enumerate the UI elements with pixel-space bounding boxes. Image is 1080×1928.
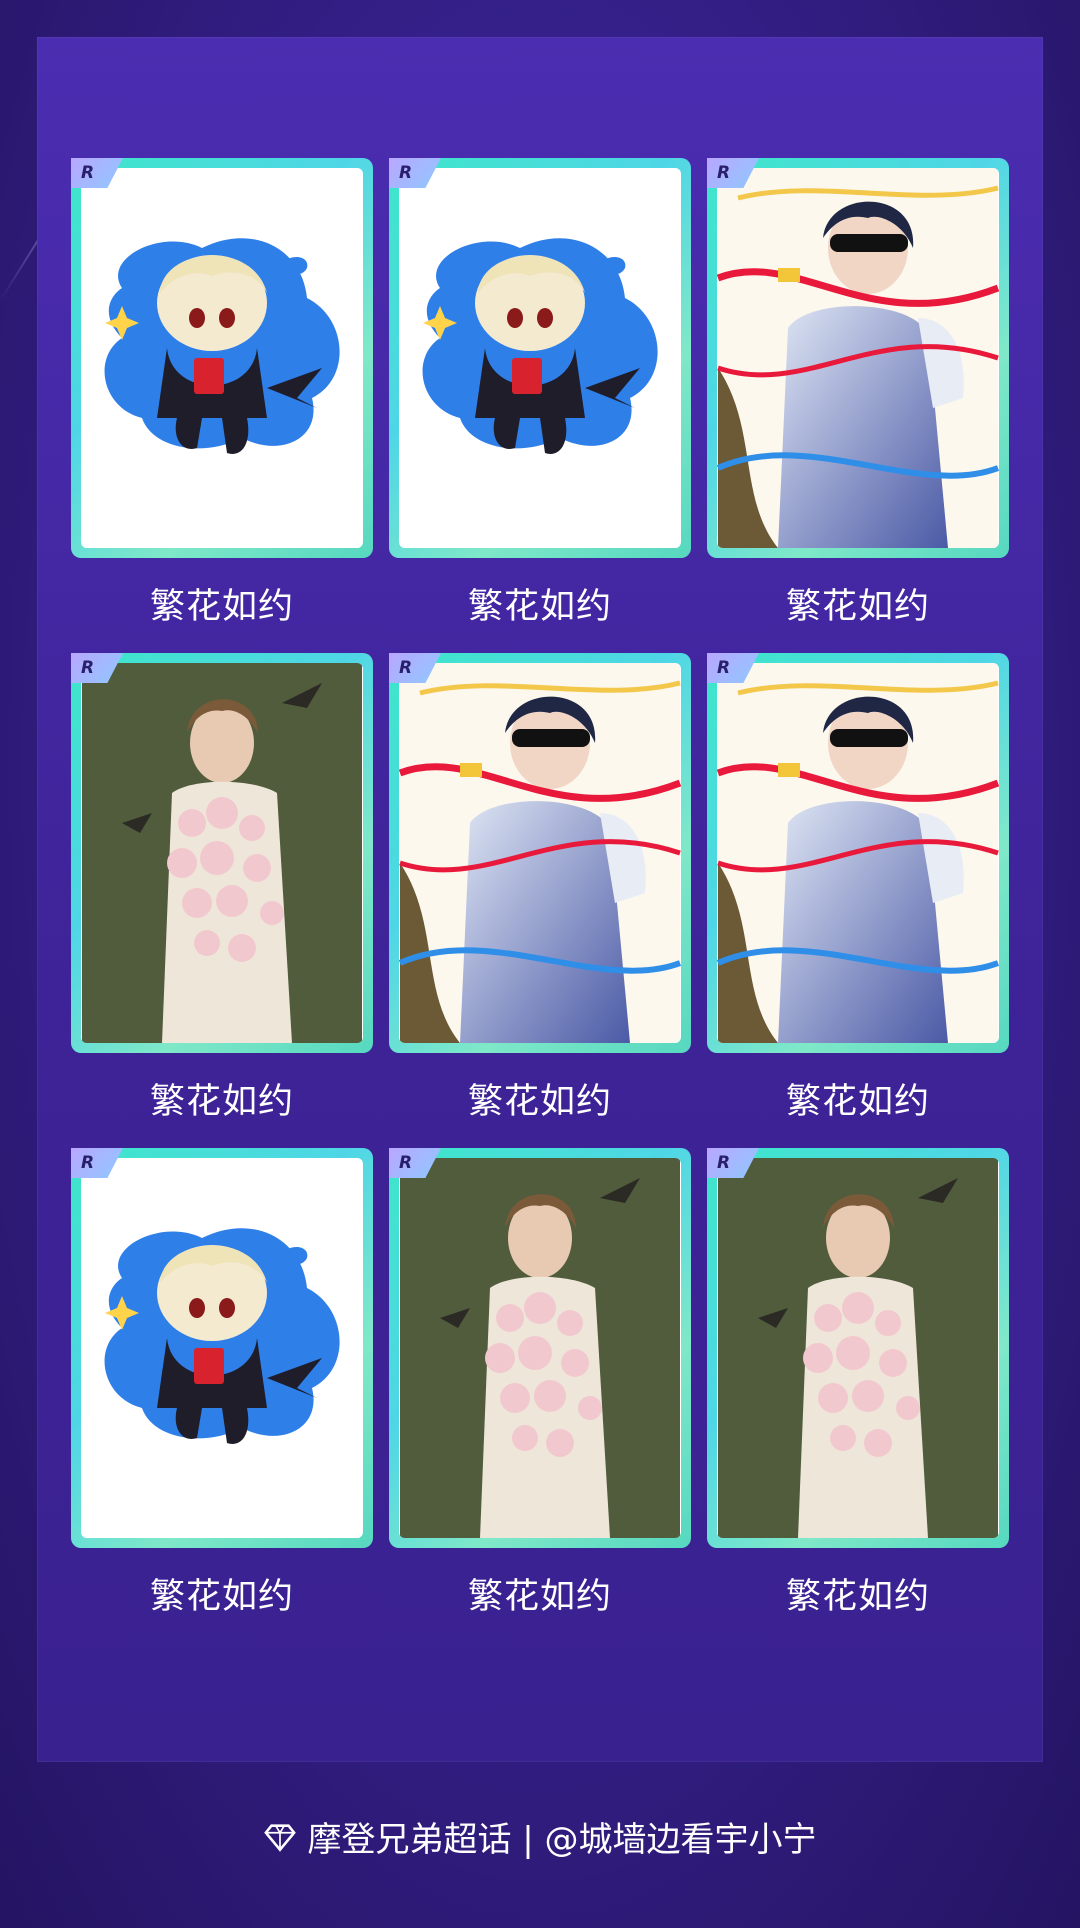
chibi-illustration [400, 168, 680, 548]
card-artwork [717, 168, 999, 548]
card-tile[interactable]: R [389, 1148, 691, 1548]
flowers-illustration [718, 1158, 998, 1538]
diamond-icon [264, 1823, 297, 1852]
card-title: 繁花如约 [785, 587, 930, 627]
card-tile[interactable]: R [71, 1148, 373, 1548]
card-artwork [717, 1158, 999, 1538]
card-tile[interactable]: R [707, 1148, 1009, 1548]
card-tile[interactable]: R [71, 653, 373, 1053]
card-artwork [399, 168, 681, 548]
card-artwork [399, 1158, 681, 1538]
card-tile[interactable]: R [71, 158, 373, 558]
footer-text: 摩登兄弟超话 | @城墙边看宇小宁 [307, 1820, 817, 1860]
card-artwork [81, 1158, 363, 1538]
card-artwork [81, 663, 363, 1043]
footer: 摩登兄弟超话 | @城墙边看宇小宁 [0, 1812, 1080, 1861]
card-title: 繁花如约 [785, 1082, 930, 1122]
card-title: 繁花如约 [785, 1577, 930, 1617]
ribbons-illustration [717, 663, 999, 1043]
card-tile[interactable]: R [389, 653, 691, 1053]
chibi-illustration [82, 168, 362, 548]
card-tile[interactable]: R [389, 158, 691, 558]
ribbons-illustration [399, 663, 681, 1043]
card-artwork [399, 663, 681, 1043]
ribbons-illustration [717, 168, 999, 548]
card-collection-panel: R 繁花如约 R 繁花如约 R 繁花如约 R 繁花如约 R 繁花如约 R 繁花如… [37, 37, 1043, 1762]
card-artwork [81, 168, 363, 548]
card-tile[interactable]: R [707, 158, 1009, 558]
card-title: 繁花如约 [467, 1082, 612, 1122]
card-grid: R 繁花如约 R 繁花如约 R 繁花如约 R 繁花如约 R 繁花如约 R 繁花如… [37, 37, 1043, 1762]
card-title: 繁花如约 [149, 1082, 294, 1122]
flowers-illustration [82, 663, 362, 1043]
card-title: 繁花如约 [149, 587, 294, 627]
card-tile[interactable]: R [707, 653, 1009, 1053]
chibi-illustration [82, 1158, 362, 1538]
card-title: 繁花如约 [467, 1577, 612, 1617]
flowers-illustration [400, 1158, 680, 1538]
card-title: 繁花如约 [467, 587, 612, 627]
card-artwork [717, 663, 999, 1043]
card-title: 繁花如约 [149, 1577, 294, 1617]
